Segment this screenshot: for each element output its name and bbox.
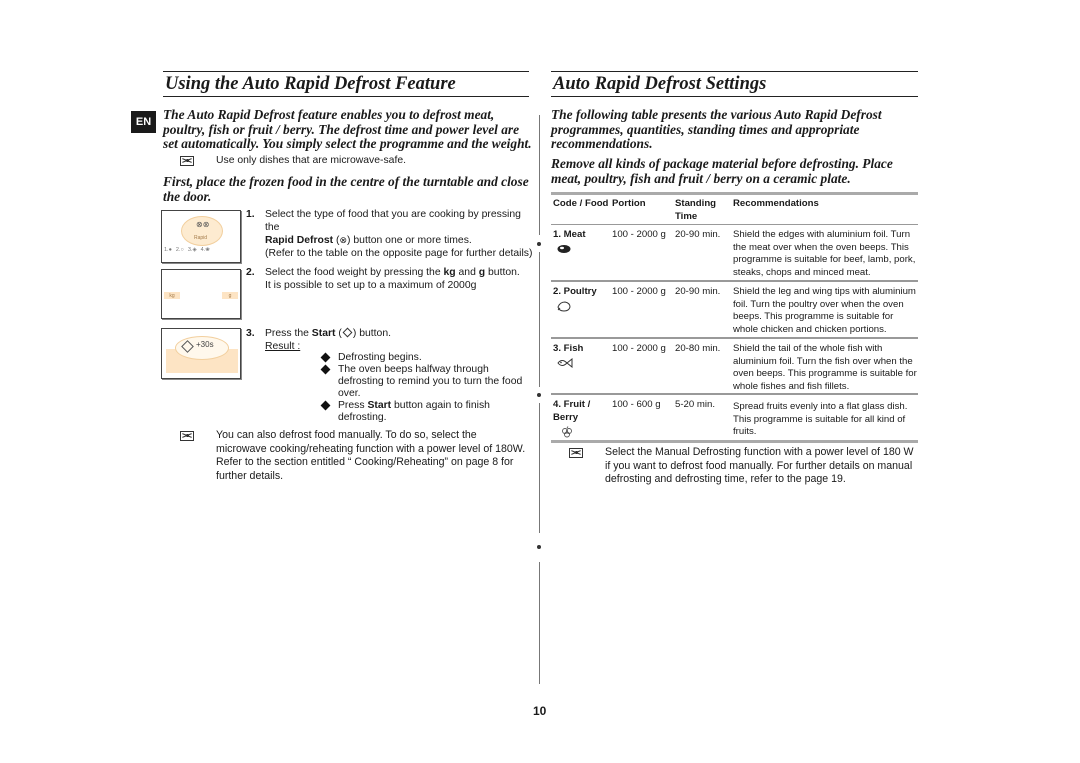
- step-3-text: Press the Start () button. Result :: [265, 327, 391, 352]
- standing-time: 20-90 min.: [675, 286, 721, 297]
- start-panel-illustration: +30s: [161, 328, 241, 379]
- note-manual-left: You can also defrost food manually. To d…: [180, 429, 530, 483]
- diamond-bullet-icon: [320, 400, 331, 411]
- portion: 100 - 2000 g: [612, 229, 666, 240]
- result-bullet: Defrosting begins.: [320, 352, 525, 364]
- food-name: 2. Poultry: [553, 286, 597, 297]
- step-1: 1. Select the type of food that you are …: [246, 209, 532, 259]
- rapid-defrost-panel-illustration: ⊗⊗ Rapid 1.● 2.○ 3.◈ 4.❀: [161, 210, 241, 263]
- rapid-defrost-symbol-icon: ⊗: [339, 235, 348, 246]
- center-divider: [539, 252, 540, 387]
- header-portion: Portion: [612, 198, 646, 209]
- step-1-number: 1.: [246, 209, 255, 220]
- title-rule-top: [551, 71, 918, 72]
- note-icon: [180, 431, 194, 441]
- first-instruction: First, place the frozen food in the cent…: [163, 174, 529, 204]
- step-2-text: Select the food weight by pressing the k…: [265, 267, 520, 291]
- standing-time: 20-90 min.: [675, 229, 721, 240]
- diamond-bullet-icon: [320, 352, 331, 363]
- note-icon: [180, 156, 194, 166]
- start-symbol-icon: [342, 327, 353, 338]
- recommendation: Shield the edges with aluminium foil. Tu…: [733, 229, 916, 279]
- binding-dot: [537, 393, 541, 397]
- standing-time: 5-20 min.: [675, 399, 715, 410]
- result-bullet: The oven beeps halfway through defrostin…: [320, 364, 525, 400]
- g-button-graphic: g: [222, 292, 238, 299]
- recommendation: Shield the leg and wing tips with alumin…: [733, 286, 916, 336]
- recommendation: Spread fruits evenly into a flat glass d…: [733, 401, 908, 438]
- note-manual-right-text: Select the Manual Defrosting function wi…: [605, 446, 914, 485]
- title-rule-top: [163, 71, 529, 72]
- option-meat: 1.●: [164, 247, 172, 253]
- header-standing-time: Standing Time: [675, 198, 717, 222]
- kg-button-graphic: kg: [164, 292, 180, 299]
- option-fish: 3.◈: [187, 247, 197, 253]
- recommendation: Shield the tail of the whole fish with a…: [733, 343, 917, 393]
- left-section-title: Using the Auto Rapid Defrost Feature: [165, 74, 456, 94]
- rapid-defrost-icon: ⊗⊗: [196, 220, 210, 229]
- result-label: Result :: [265, 340, 301, 352]
- option-poultry: 2.○: [175, 247, 184, 253]
- binding-dot: [537, 545, 541, 549]
- page-number: 10: [533, 704, 547, 718]
- poultry-icon: [557, 301, 571, 312]
- step-1-text: Select the type of food that you are coo…: [265, 209, 533, 259]
- weight-panel-illustration: kg g: [161, 269, 241, 319]
- step-3: 3. Press the Start () button. Result :: [246, 327, 531, 354]
- note-dishes: Use only dishes that are microwave-safe.: [180, 154, 520, 168]
- left-intro: The Auto Rapid Defrost feature enables y…: [163, 107, 532, 152]
- rapid-label: Rapid: [194, 235, 208, 241]
- food-name: 4. Fruit / Berry: [553, 399, 591, 423]
- table-row: 4. Fruit / Berry 100 - 600 g 5-20 min. S…: [551, 395, 918, 443]
- language-tab: EN: [131, 111, 156, 133]
- portion: 100 - 2000 g: [612, 343, 666, 354]
- meat-icon: [557, 244, 571, 253]
- defrost-settings-table: Code / Food Portion Standing Time Recomm…: [551, 192, 918, 443]
- header-recommendations: Recommendations: [733, 198, 819, 209]
- food-name: 1. Meat: [553, 229, 586, 240]
- table-row: 1. Meat 100 - 2000 g 20-90 min. Shield t…: [551, 225, 918, 282]
- start-label: +30s: [196, 340, 214, 349]
- fruit-berry-icon: [562, 426, 572, 438]
- header-code-food: Code / Food: [553, 198, 609, 209]
- right-instruction: Remove all kinds of package material bef…: [551, 156, 893, 186]
- title-rule-bottom: [551, 96, 918, 97]
- step-2: 2. Select the food weight by pressing th…: [246, 267, 531, 295]
- binding-dot: [537, 242, 541, 246]
- standing-time: 20-80 min.: [675, 343, 721, 354]
- option-fruit: 4.❀: [200, 247, 210, 253]
- step-2-number: 2.: [246, 267, 255, 278]
- center-divider: [539, 115, 540, 235]
- note-manual-left-text: You can also defrost food manually. To d…: [216, 429, 526, 482]
- center-divider: [539, 403, 540, 533]
- rapid-options: 1.● 2.○ 3.◈ 4.❀: [164, 247, 240, 253]
- rapid-defrost-label: Rapid Defrost: [265, 235, 334, 247]
- portion: 100 - 2000 g: [612, 286, 666, 297]
- center-divider: [539, 562, 540, 684]
- note-dishes-text: Use only dishes that are microwave-safe.: [216, 155, 406, 166]
- table-header: Code / Food Portion Standing Time Recomm…: [551, 195, 918, 225]
- portion: 100 - 600 g: [612, 399, 661, 410]
- step-3-number: 3.: [246, 328, 255, 339]
- right-intro: The following table presents the various…: [551, 107, 882, 152]
- result-bullet: Press Start button again to finish defro…: [320, 400, 525, 424]
- right-section-title: Auto Rapid Defrost Settings: [553, 74, 767, 94]
- diamond-bullet-icon: [320, 364, 331, 375]
- table-row: 3. Fish 100 - 2000 g 20-80 min. Shield t…: [551, 339, 918, 395]
- food-name: 3. Fish: [553, 343, 584, 354]
- note-manual-right: Select the Manual Defrosting function wi…: [569, 446, 921, 487]
- note-icon: [569, 448, 583, 458]
- table-row: 2. Poultry 100 - 2000 g 20-90 min. Shiel…: [551, 282, 918, 339]
- fish-icon: [557, 357, 573, 368]
- result-bullets: Defrosting begins. The oven beeps halfwa…: [320, 352, 525, 424]
- title-rule-bottom: [163, 96, 529, 97]
